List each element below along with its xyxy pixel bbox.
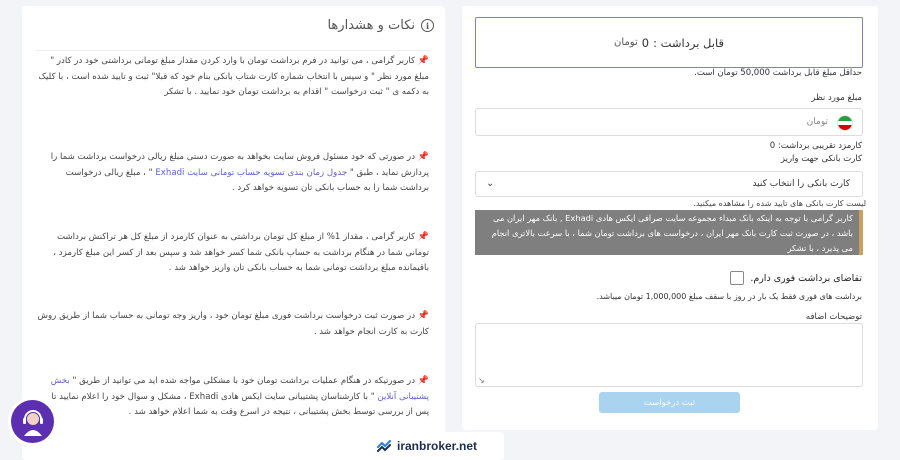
note-item: 📌 در صورت ثبت درخواست برداشت فوری مبلغ ت… (36, 309, 429, 340)
instant-withdraw-label[interactable]: تقاضای برداشت فوری دارم. (750, 273, 862, 284)
note-text: کاربر گرامی ، می توانید در فرم برداشت تو… (38, 56, 429, 97)
pushpin-icon: 📌 (417, 56, 429, 66)
balance-label: قابل برداشت : (653, 35, 724, 50)
bank-card-select-value: کارت بانکی را انتخاب کنید (752, 179, 850, 189)
bank-mehr-alert: کاربر گرامی با توجه به اینکه بانک مبداء … (475, 210, 863, 255)
watermark-text: iranbroker.net (397, 439, 478, 453)
notes-title: نکات و هشدارها (327, 18, 415, 33)
notes-header: i نکات و هشدارها (327, 18, 434, 33)
info-icon: i (421, 19, 434, 32)
card-list-note: لیست کارت بانکی های تایید شده را مشاهده … (693, 199, 866, 208)
min-withdraw-note: حداقل مبلغ قابل برداشت 50,000 تومان است. (694, 68, 862, 78)
amount-label: مبلغ مورد نظر (811, 93, 862, 103)
support-agent-icon[interactable] (11, 400, 54, 443)
notes-divider (36, 50, 431, 51)
note-text: در صورتیکه در هنگام عملیات برداشت تومان … (72, 376, 416, 386)
extra-desc-label: توضیحات اضافه (805, 312, 862, 322)
note-text: " با کارشناسان پشتیبانی سایت ایکس هادی E… (51, 391, 429, 418)
notes-card: i نکات و هشدارها 📌 کاربر گرامی ، می توان… (22, 6, 445, 460)
iran-flag-icon (837, 115, 853, 131)
withdraw-form-card: قابل برداشت : 0 تومان حداقل مبلغ قابل بر… (462, 6, 878, 430)
pushpin-icon: 📌 (417, 152, 429, 162)
note-text: کاربر گرامی ، مقدار 1% از مبلغ کل تومان … (53, 232, 429, 273)
pushpin-icon: 📌 (417, 232, 429, 242)
withdrawable-balance-box: قابل برداشت : 0 تومان (475, 17, 863, 68)
amount-placeholder: تومان (806, 117, 828, 127)
balance-value: 0 (641, 35, 650, 50)
submit-button[interactable]: ثبت درخواست (599, 392, 740, 413)
note-text: در صورت ثبت درخواست برداشت فوری مبلغ توم… (37, 311, 429, 337)
pushpin-icon: 📌 (417, 376, 429, 386)
fee-label: کارمزد تقریبی برداشت: 0 (769, 141, 862, 151)
iranbroker-watermark: iranbroker.net (364, 432, 504, 460)
balance-unit: تومان (614, 37, 638, 48)
note-item: 📌 در صورتیکه در هنگام عملیات برداشت توما… (36, 374, 429, 421)
note-item: 📌 کاربر گرامی ، می توانید در فرم برداشت … (36, 54, 429, 101)
iranbroker-logo-icon (377, 440, 391, 452)
settlement-schedule-link[interactable]: جدول زمان بندی تسویه حساب تومانی سایت Ex… (155, 168, 347, 178)
bank-card-select[interactable]: کارت بانکی را انتخاب کنید ⌄ (475, 171, 863, 197)
note-item: 📌 کاربر گرامی ، مقدار 1% از مبلغ کل توما… (36, 230, 429, 277)
amount-input[interactable]: تومان (475, 108, 863, 136)
pushpin-icon: 📌 (417, 311, 429, 321)
instant-withdraw-row: تقاضای برداشت فوری دارم. (730, 271, 862, 285)
instant-limit-note: برداشت های فوری فقط یک بار در روز با سقف… (596, 292, 862, 301)
chevron-down-icon: ⌄ (486, 178, 495, 189)
card-label: کارت بانکی جهت واریز (780, 154, 862, 164)
resize-handle-icon[interactable]: ↘ (478, 376, 485, 385)
instant-withdraw-checkbox[interactable] (730, 271, 745, 285)
note-item: 📌 در صورتی که خود مسئول فروش سایت بخواهد… (36, 150, 429, 197)
extra-desc-textarea[interactable]: ↘ (475, 323, 863, 387)
